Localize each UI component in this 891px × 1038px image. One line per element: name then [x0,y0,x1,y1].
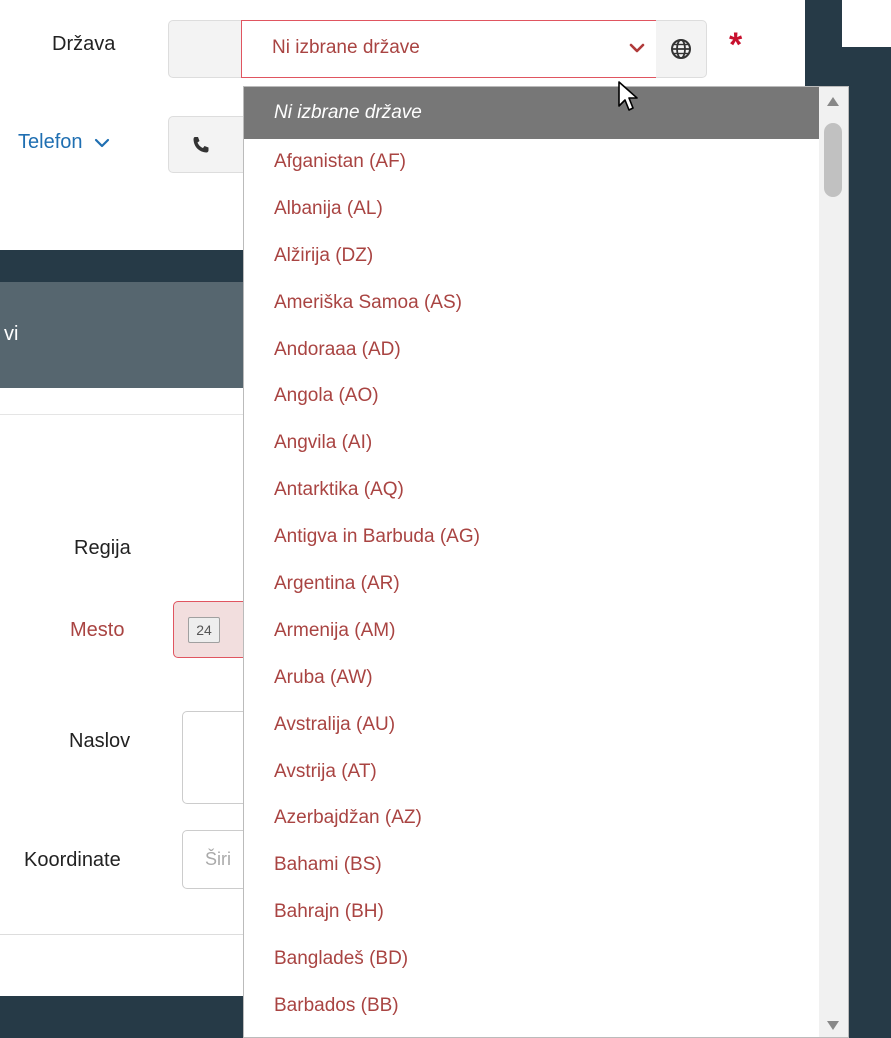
dropdown-option[interactable]: Avstralija (AU) [244,702,819,749]
dropdown-option[interactable]: Albanija (AL) [244,186,819,233]
dropdown-option[interactable]: Azerbajdžan (AZ) [244,795,819,842]
scroll-down-arrow-icon[interactable] [827,1021,839,1030]
phone-input-addon [168,116,244,173]
dropdown-option[interactable]: Avstrija (AT) [244,749,819,796]
country-select-value: Ni izbrane države [272,37,420,58]
globe-button[interactable] [656,20,707,78]
coordinates-label: Koordinate [24,849,121,871]
section-header-title: vi [4,323,19,345]
dropdown-option[interactable]: Bahrajn (BH) [244,889,819,936]
dropdown-option[interactable]: Angola (AO) [244,373,819,420]
required-marker: * [729,26,743,64]
latitude-placeholder: Širi [205,849,231,869]
dropdown-option[interactable]: Alžirija (DZ) [244,233,819,280]
country-options: Ni izbrane države Afganistan (AF) Albanija… [244,87,819,1030]
dropdown-option[interactable]: Aruba (AW) [244,655,819,702]
scroll-up-arrow-icon[interactable] [827,97,839,106]
dropdown-option[interactable]: Afganistan (AF) [244,139,819,186]
dropdown-scrollbar[interactable] [819,87,848,1037]
right-panel-top-corner [842,0,891,47]
country-input-addon [168,20,244,78]
country-select[interactable]: Ni izbrane države [241,20,657,78]
phone-type-label: Telefon [18,131,83,153]
dropdown-option[interactable]: Armenija (AM) [244,608,819,655]
dropdown-option[interactable]: Andoraaa (AD) [244,327,819,374]
dropdown-option[interactable]: Bahami (BS) [244,842,819,889]
dropdown-option[interactable]: Barbados (BB) [244,983,819,1030]
dropdown-option[interactable]: Antigva in Barbuda (AG) [244,514,819,561]
chevron-down-icon [94,138,110,147]
address-label: Naslov [69,730,131,752]
dropdown-option-selected[interactable]: Ni izbrane države [244,87,819,139]
country-dropdown-list[interactable]: Ni izbrane države Afganistan (AF) Albanija… [243,86,849,1038]
globe-icon [671,39,691,59]
dropdown-option[interactable]: Ameriška Samoa (AS) [244,280,819,327]
mouse-cursor-icon [618,81,638,111]
city-input-addon: 24 [173,601,245,658]
country-label: Država [52,33,116,55]
city-count-badge: 24 [188,617,220,643]
dropdown-option[interactable]: Antarktika (AQ) [244,467,819,514]
dropdown-option[interactable]: Angvila (AI) [244,420,819,467]
scrollbar-thumb[interactable] [824,123,842,197]
latitude-input[interactable]: Širi [182,830,252,889]
dropdown-option[interactable]: Bangladeš (BD) [244,936,819,983]
region-label: Regija [74,537,131,559]
phone-icon [193,137,209,153]
dropdown-option[interactable]: Argentina (AR) [244,561,819,608]
city-label: Mesto [70,619,125,641]
address-textarea[interactable] [182,711,252,804]
chevron-down-icon [629,43,645,53]
phone-type-toggle[interactable]: Telefon [18,131,110,154]
